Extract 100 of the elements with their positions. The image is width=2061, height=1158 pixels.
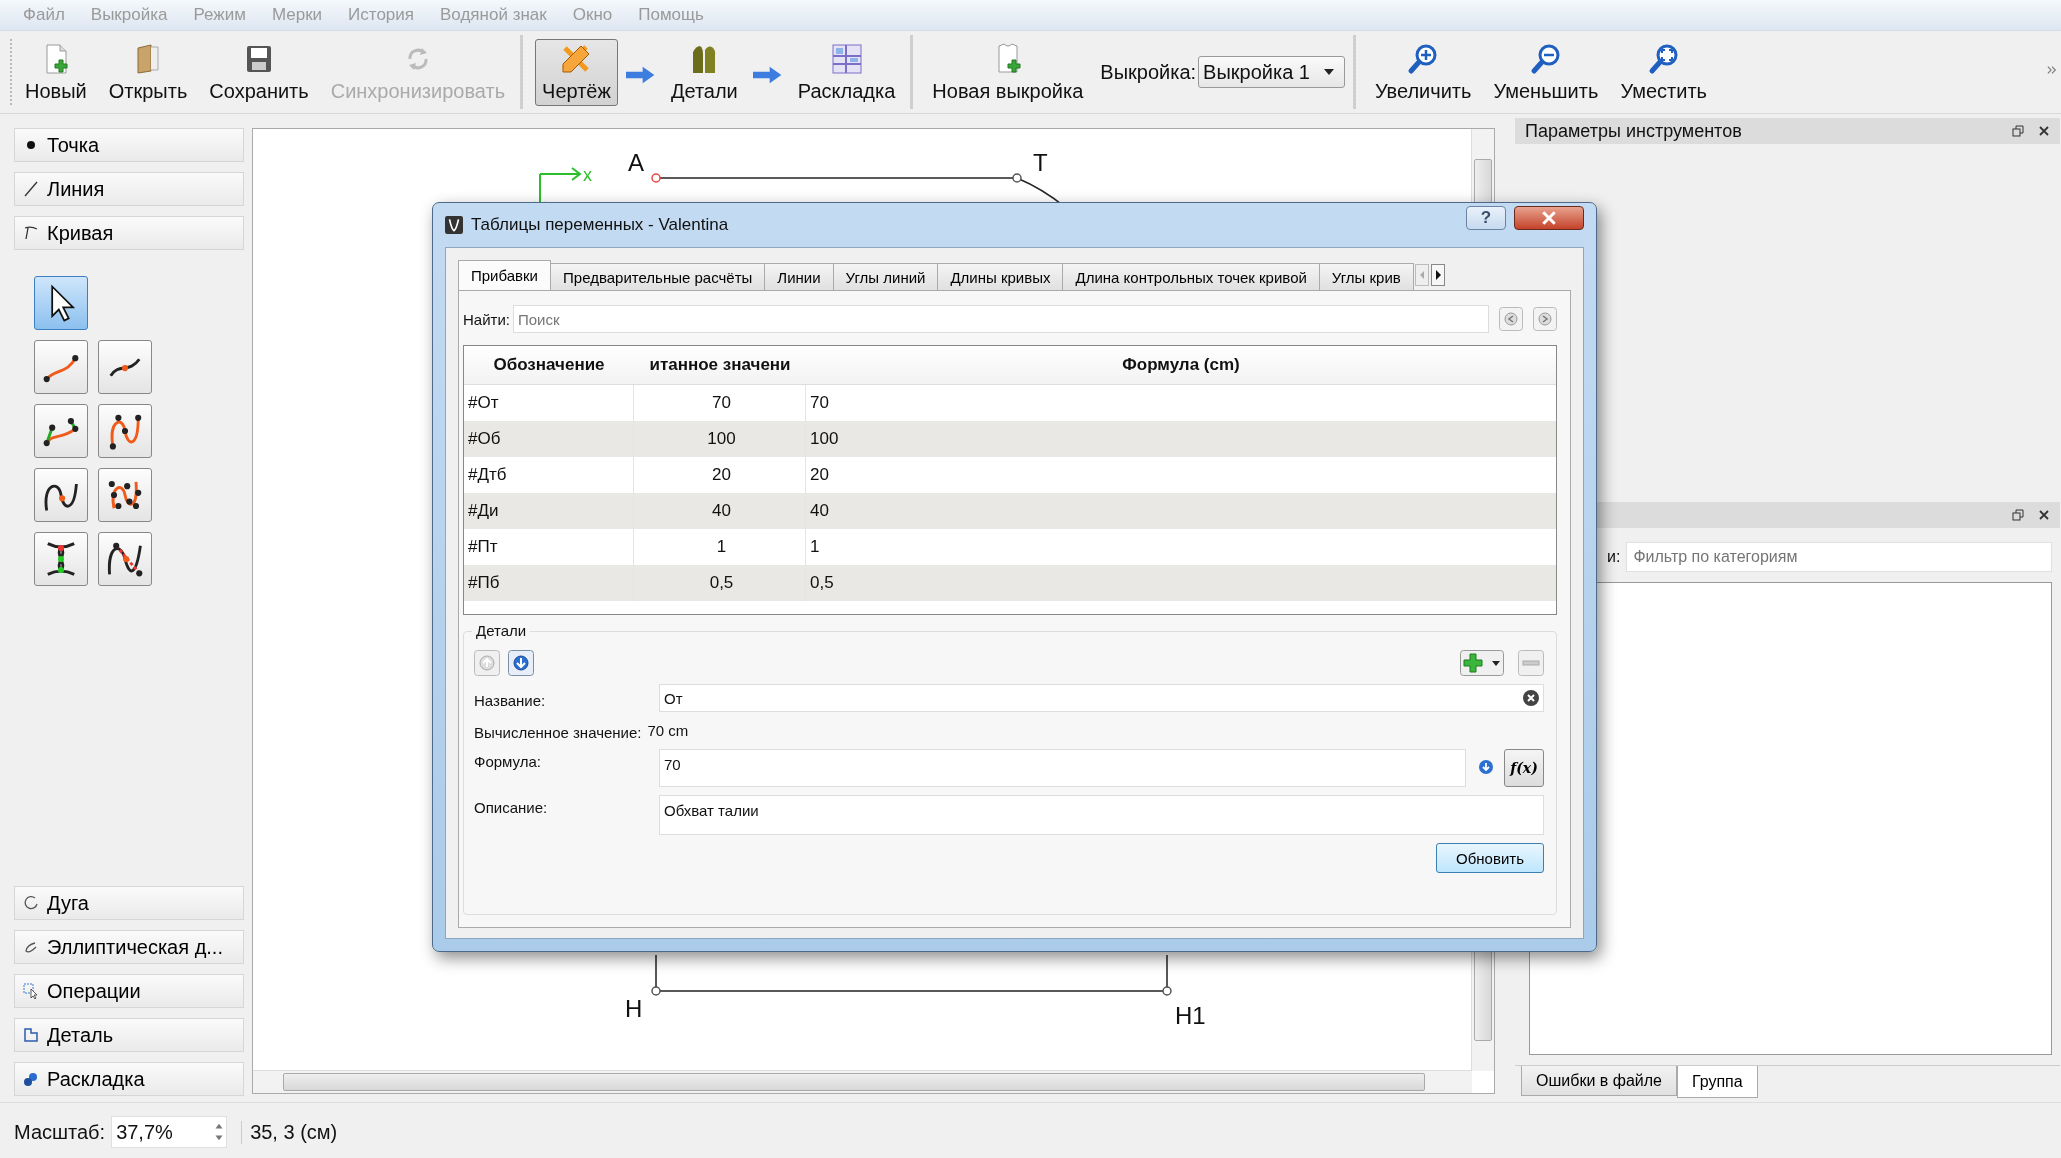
table-cell-text: 40 bbox=[809, 500, 830, 522]
update-button[interactable]: Обновить bbox=[1436, 843, 1544, 873]
table-cell: #Ди bbox=[464, 493, 634, 529]
float-icon[interactable] bbox=[2012, 125, 2024, 137]
table-cell-text: 70 bbox=[809, 392, 830, 414]
curve-tool[interactable] bbox=[98, 468, 152, 522]
filter-label: и: bbox=[1607, 548, 1621, 566]
tab[interactable]: Длина контрольных точек кривой bbox=[1062, 263, 1320, 290]
tab[interactable]: Линии bbox=[764, 263, 834, 290]
tab[interactable]: Длины кривых bbox=[937, 263, 1064, 290]
line-icon bbox=[23, 181, 39, 197]
formula-field[interactable]: 70 bbox=[659, 749, 1466, 787]
clear-icon[interactable] bbox=[1523, 690, 1539, 706]
table-cell-text: 1 bbox=[809, 536, 821, 558]
curve-tool[interactable] bbox=[34, 468, 88, 522]
table-cell: #Об bbox=[464, 421, 634, 457]
column-header[interactable]: итанное значени bbox=[634, 355, 806, 375]
dock-tab[interactable]: Ошибки в файле bbox=[1521, 1066, 1677, 1096]
table-cell: 0,5 bbox=[634, 565, 806, 601]
table-cell: #Пб bbox=[464, 565, 634, 601]
curve-tool[interactable] bbox=[98, 340, 152, 394]
chevron-icon[interactable] bbox=[2047, 65, 2057, 75]
dialog-title: Таблицы переменных - Valentina bbox=[471, 215, 730, 235]
filter-field[interactable]: Фильтр по категориям bbox=[1626, 542, 2052, 572]
operations-section-button[interactable]: Операции bbox=[14, 974, 244, 1008]
arc-icon bbox=[23, 895, 39, 911]
save-button[interactable]: Сохранить bbox=[202, 38, 316, 106]
move-down-icon[interactable] bbox=[508, 650, 534, 676]
search-field[interactable]: Поиск bbox=[513, 305, 1489, 333]
new-pattern-button[interactable]: Новая выкройка bbox=[925, 38, 1091, 106]
curve-tool[interactable] bbox=[98, 532, 152, 586]
layout-section-button[interactable]: Раскладка bbox=[14, 1062, 244, 1096]
description-field[interactable]: Обхват талии bbox=[659, 795, 1544, 835]
horizontal-scrollbar[interactable] bbox=[253, 1070, 1472, 1093]
function-wizard-button[interactable]: f(x) bbox=[1504, 749, 1544, 787]
tab[interactable]: Углы линий bbox=[832, 263, 939, 290]
draft-mode-button[interactable]: Чертёж bbox=[535, 38, 618, 106]
line-section-button[interactable]: Линия bbox=[14, 172, 244, 206]
point-label[interactable]: H bbox=[625, 995, 643, 1022]
dock-title: Параметры инструментов bbox=[1525, 120, 1742, 142]
point-marker[interactable] bbox=[651, 173, 661, 183]
computed-label: Вычисленное значение: bbox=[474, 723, 642, 741]
point-section-button[interactable]: Точка bbox=[14, 128, 244, 162]
help-button[interactable]: ? bbox=[1466, 206, 1506, 230]
curve-tool[interactable] bbox=[34, 404, 88, 458]
point-marker[interactable] bbox=[1162, 986, 1172, 996]
curve-tool[interactable] bbox=[98, 404, 152, 458]
point-label[interactable]: H1 bbox=[1175, 1002, 1206, 1029]
curve-section-button[interactable]: Кривая bbox=[14, 216, 244, 250]
dock-tab[interactable]: Группа bbox=[1676, 1066, 1758, 1098]
layout-mode-button[interactable]: Раскладка bbox=[790, 38, 903, 106]
point-marker[interactable] bbox=[1012, 173, 1022, 183]
selection-icon bbox=[23, 983, 39, 999]
pattern-label: Выкройка: bbox=[1100, 60, 1197, 84]
name-label: Название: bbox=[474, 690, 547, 709]
point-label[interactable]: A bbox=[628, 149, 644, 176]
table-cell-text: 0,5 bbox=[809, 572, 835, 594]
cursor-coordinates: 35, 3 (см) bbox=[241, 1120, 338, 1144]
scale-spinbox[interactable]: 37,7% bbox=[111, 1116, 228, 1148]
elliptical-arc-section-button[interactable]: Эллиптическая д... bbox=[14, 930, 244, 964]
curve-icon bbox=[23, 939, 39, 955]
curve-icon bbox=[23, 225, 39, 241]
close-button[interactable] bbox=[1514, 206, 1584, 230]
close-icon[interactable] bbox=[2038, 125, 2050, 137]
scale-label: Масштаб: bbox=[14, 1120, 106, 1144]
pattern-dropdown[interactable]: Выкройка 1 bbox=[1198, 56, 1345, 88]
new-button[interactable]: Новый bbox=[18, 38, 94, 106]
table-cell-text: 100 bbox=[809, 428, 840, 450]
search-label: Найти: bbox=[463, 310, 507, 328]
zoom-in-button[interactable]: Увеличить bbox=[1367, 38, 1479, 106]
name-field[interactable]: От bbox=[659, 684, 1544, 712]
zoom-out-button[interactable]: Уменьшить bbox=[1486, 38, 1606, 106]
column-header[interactable]: Обозначение bbox=[464, 355, 634, 375]
fit-button[interactable]: Уместить bbox=[1613, 38, 1714, 106]
grid-icon bbox=[829, 41, 864, 76]
open-button[interactable]: Открыть bbox=[101, 38, 195, 106]
add-icon[interactable] bbox=[1460, 650, 1504, 676]
scroll-right-icon[interactable] bbox=[1430, 264, 1445, 286]
arc-section-button[interactable]: Дуга bbox=[14, 886, 244, 920]
table-cell-text: 20 bbox=[809, 464, 830, 486]
tab[interactable]: Углы крив bbox=[1318, 263, 1414, 290]
curve-tool[interactable] bbox=[34, 532, 88, 586]
formula-label: Формула: bbox=[474, 752, 542, 770]
pointer-tool[interactable] bbox=[34, 276, 88, 330]
details-mode-button[interactable]: Детали bbox=[663, 38, 745, 106]
close-icon bbox=[1541, 211, 1557, 225]
point-marker[interactable] bbox=[651, 986, 661, 996]
tab[interactable]: Прибавки bbox=[458, 260, 551, 290]
expand-icon[interactable] bbox=[1478, 759, 1494, 775]
computed-value: 70 cm bbox=[647, 722, 689, 739]
axis-label: x bbox=[583, 165, 592, 185]
column-header[interactable]: Формула (cm) bbox=[806, 355, 1556, 375]
close-icon[interactable] bbox=[2038, 509, 2050, 521]
float-icon[interactable] bbox=[2012, 509, 2024, 521]
caret-icon bbox=[1323, 69, 1334, 75]
point-label[interactable]: T bbox=[1033, 149, 1048, 176]
table-cell: 100 bbox=[634, 421, 806, 457]
table-cell: 40 bbox=[634, 493, 806, 529]
tab[interactable]: Предварительные расчёты bbox=[550, 263, 766, 290]
detail-section-button[interactable]: Деталь bbox=[14, 1018, 244, 1052]
